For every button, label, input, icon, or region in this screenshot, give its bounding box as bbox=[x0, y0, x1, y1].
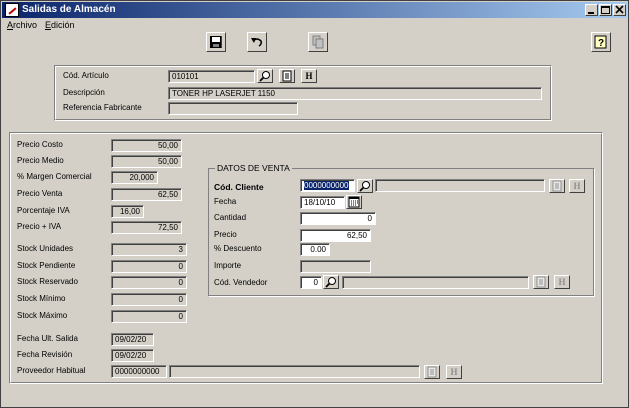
precio-costo-label: Precio Costo bbox=[17, 140, 63, 149]
cantidad-field[interactable]: 0 bbox=[300, 212, 376, 225]
precio-field[interactable]: 62,50 bbox=[300, 229, 371, 242]
referencia-label: Referencia Fabricante bbox=[63, 103, 142, 112]
fecha-ult-salida-field[interactable]: 09/02/20 bbox=[111, 333, 154, 346]
fecha-label: Fecha bbox=[214, 197, 237, 206]
precio-costo-field[interactable]: 50,00 bbox=[111, 139, 182, 152]
copy-button[interactable] bbox=[308, 32, 328, 52]
title-bar[interactable]: Salidas de Almacén bbox=[2, 2, 627, 18]
stock-minimo-field[interactable]: 0 bbox=[111, 293, 187, 306]
articulo-search-button[interactable] bbox=[257, 69, 273, 83]
descuento-label: % Descuento bbox=[214, 244, 262, 253]
search-icon bbox=[259, 71, 270, 82]
descuento-field[interactable]: 0.00 bbox=[300, 243, 330, 256]
proveedor-code-field[interactable]: 0000000000 bbox=[111, 365, 167, 378]
articulo-history-button[interactable]: H bbox=[301, 69, 317, 83]
precio-venta-label: Precio Venta bbox=[17, 189, 63, 198]
notes-icon bbox=[552, 180, 562, 192]
stock-unidades-field[interactable]: 3 bbox=[111, 243, 187, 256]
precio-medio-label: Precio Medio bbox=[17, 156, 64, 165]
articulo-notes-button[interactable] bbox=[279, 69, 295, 83]
cliente-name-field[interactable] bbox=[375, 179, 545, 192]
fecha-revision-field[interactable]: 09/02/20 bbox=[111, 349, 154, 362]
cantidad-label: Cantidad bbox=[214, 213, 247, 222]
iva-field[interactable]: 16,00 bbox=[111, 205, 144, 218]
cliente-history-button[interactable]: H bbox=[569, 179, 585, 193]
vendedor-code-field[interactable]: 0 bbox=[300, 276, 322, 289]
stock-maximo-field[interactable]: 0 bbox=[111, 310, 187, 323]
proveedor-name-field[interactable] bbox=[169, 365, 420, 378]
maximize-button[interactable] bbox=[599, 4, 612, 16]
cliente-label: Cód. Cliente bbox=[214, 182, 264, 192]
iva-label: Porcentaje IVA bbox=[17, 206, 70, 215]
save-icon bbox=[210, 36, 222, 48]
margen-label: % Margen Comercial bbox=[17, 172, 92, 181]
stock-maximo-label: Stock Máximo bbox=[17, 311, 68, 320]
app-window: Salidas de Almacén Archivo Edición ? Cód… bbox=[0, 0, 629, 408]
proveedor-label: Proveedor Habitual bbox=[17, 366, 86, 375]
importe-label: Importe bbox=[214, 261, 242, 270]
cliente-notes-button[interactable] bbox=[549, 179, 565, 193]
stock-reservado-label: Stock Reservado bbox=[17, 277, 78, 286]
copy-icon bbox=[312, 35, 324, 49]
proveedor-history-button[interactable]: H bbox=[446, 365, 462, 379]
help-button[interactable]: ? bbox=[591, 32, 611, 52]
stock-pendiente-field[interactable]: 0 bbox=[111, 260, 187, 273]
cliente-code-field[interactable]: 0000000000 bbox=[300, 179, 355, 192]
notes-icon bbox=[427, 366, 437, 378]
precio-label: Precio bbox=[214, 230, 237, 239]
menu-bar: Archivo Edición bbox=[3, 19, 628, 33]
cliente-search-button[interactable] bbox=[357, 179, 373, 193]
importe-field bbox=[300, 260, 371, 273]
margen-field[interactable]: 20,000 bbox=[111, 171, 158, 184]
descripcion-field[interactable]: TONER HP LASERJET 1150 bbox=[168, 87, 542, 100]
window-title: Salidas de Almacén bbox=[22, 4, 116, 15]
stock-pendiente-label: Stock Pendiente bbox=[17, 261, 76, 270]
vendedor-label: Cód. Vendedor bbox=[214, 278, 268, 287]
precio-iva-label: Precio + IVA bbox=[17, 222, 62, 231]
datos-venta-title: DATOS DE VENTA bbox=[215, 163, 292, 173]
notes-icon bbox=[536, 276, 546, 288]
vendedor-name-field[interactable] bbox=[342, 276, 529, 289]
vendedor-search-button[interactable] bbox=[323, 275, 339, 289]
cod-articulo-label: Cód. Artículo bbox=[63, 71, 109, 80]
search-icon bbox=[325, 277, 336, 288]
referencia-field[interactable] bbox=[168, 102, 298, 115]
menu-edicion[interactable]: Edición bbox=[45, 20, 75, 30]
menu-archivo[interactable]: Archivo bbox=[7, 20, 37, 30]
vendedor-notes-button[interactable] bbox=[533, 275, 549, 289]
calendar-icon bbox=[348, 196, 360, 208]
undo-icon bbox=[251, 38, 262, 47]
fecha-ult-salida-label: Fecha Ult. Salida bbox=[17, 334, 78, 343]
help-icon: ? bbox=[594, 35, 607, 49]
precio-medio-field[interactable]: 50,00 bbox=[111, 155, 182, 168]
minimize-button[interactable] bbox=[585, 4, 598, 16]
save-button[interactable] bbox=[206, 32, 226, 52]
calendar-button[interactable] bbox=[346, 195, 362, 209]
descripcion-label: Descripción bbox=[63, 88, 105, 97]
cod-articulo-field[interactable]: 010101 bbox=[168, 70, 255, 83]
notes-icon bbox=[282, 70, 292, 82]
close-button[interactable] bbox=[613, 4, 626, 16]
fecha-field[interactable]: 18/10/10 bbox=[300, 196, 345, 209]
vendedor-history-button[interactable]: H bbox=[554, 275, 570, 289]
stock-minimo-label: Stock Mínimo bbox=[17, 294, 66, 303]
proveedor-notes-button[interactable] bbox=[424, 365, 440, 379]
precio-venta-field[interactable]: 62,50 bbox=[111, 188, 182, 201]
app-icon bbox=[5, 3, 19, 17]
precio-iva-field[interactable]: 72,50 bbox=[111, 221, 182, 234]
cliente-code-value: 0000000000 bbox=[304, 181, 349, 190]
svg-text:?: ? bbox=[598, 38, 604, 49]
search-icon bbox=[359, 181, 370, 192]
undo-button[interactable] bbox=[247, 32, 267, 52]
stock-unidades-label: Stock Unidades bbox=[17, 244, 74, 253]
stock-reservado-field[interactable]: 0 bbox=[111, 276, 187, 289]
fecha-revision-label: Fecha Revisión bbox=[17, 350, 73, 359]
